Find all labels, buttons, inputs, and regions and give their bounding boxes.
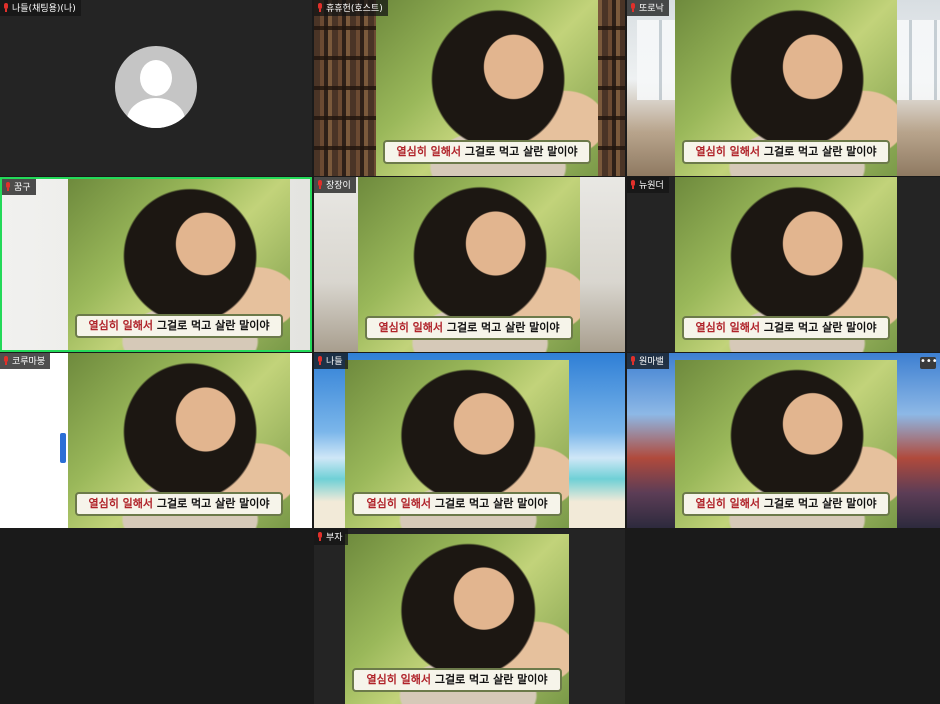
video-feed: 열심히 일해서 그걸로 먹고 살란 말이야: [358, 177, 580, 352]
video-caption: 열심히 일해서 그걸로 먹고 살란 말이야: [351, 668, 563, 693]
more-options-button[interactable]: •••: [920, 357, 938, 369]
participant-name: 나들(채팅용)(나): [12, 4, 76, 14]
participant-name-tag: 또로낙: [627, 0, 669, 16]
participant-name: 코루마붕: [12, 357, 46, 367]
participant-tile[interactable]: 코루마붕 열심히 일해서 그걸로 먹고 살란 말이야: [0, 353, 312, 528]
video-caption: 열심히 일해서 그걸로 먹고 살란 말이야: [74, 491, 284, 516]
mic-muted-icon: [3, 356, 9, 365]
mic-muted-icon: [317, 3, 323, 12]
participant-tile[interactable]: 나들(채팅용)(나): [0, 0, 312, 176]
video-caption: 열심히 일해서 그걸로 먹고 살란 말이야: [681, 315, 891, 340]
video-feed: 열심히 일해서 그걸로 먹고 살란 말이야: [68, 353, 290, 528]
participant-tile[interactable]: 원마밸 ••• 열심히 일해서 그걸로 먹고 살란 말이야: [627, 353, 940, 528]
participant-name-tag: 뉴원더: [627, 177, 669, 193]
participant-name: 꿈구: [14, 183, 31, 193]
participant-name-tag: 부자: [314, 529, 348, 545]
participant-name-tag: 나들: [314, 353, 348, 369]
video-caption: 열심히 일해서 그걸로 먹고 살란 말이야: [351, 492, 563, 517]
participant-tile[interactable]: 장장이 열심히 일해서 그걸로 먹고 살란 말이야: [314, 177, 625, 352]
participant-tile-active-speaker[interactable]: 꿈구 열심히 일해서 그걸로 먹고 살란 말이야: [0, 177, 312, 352]
participant-tile[interactable]: 휴휴헌(호스트) 열심히 일해서 그걸로 먹고 살란 말이야: [314, 0, 625, 176]
participant-name-tag: 꿈구: [2, 179, 36, 195]
video-caption: 열심히 일해서 그걸로 먹고 살란 말이야: [681, 139, 891, 164]
participant-tile[interactable]: 뉴원더 열심히 일해서 그걸로 먹고 살란 말이야: [627, 177, 940, 352]
participant-name: 장장이: [326, 181, 351, 191]
participant-name: 또로낙: [639, 4, 664, 14]
participant-name: 뉴원더: [639, 181, 664, 191]
avatar: [115, 46, 197, 128]
mic-muted-icon: [630, 3, 636, 12]
participant-tile[interactable]: 나들 열심히 일해서 그걸로 먹고 살란 말이야: [314, 353, 625, 528]
video-feed: 열심히 일해서 그걸로 먹고 살란 말이야: [675, 360, 897, 528]
video-caption: 열심히 일해서 그걸로 먹고 살란 말이야: [681, 492, 891, 517]
participant-tile[interactable]: 또로낙 열심히 일해서 그걸로 먹고 살란 말이야: [627, 0, 940, 176]
mic-muted-icon: [630, 356, 636, 365]
video-feed: 열심히 일해서 그걸로 먹고 살란 말이야: [345, 534, 569, 704]
mic-muted-icon: [317, 532, 323, 541]
participant-tile[interactable]: 부자 열심히 일해서 그걸로 먹고 살란 말이야: [314, 529, 625, 704]
participant-name-tag: 장장이: [314, 177, 356, 193]
participant-name-tag: 휴휴헌(호스트): [314, 0, 388, 16]
participant-name: 부자: [326, 533, 343, 543]
mic-muted-icon: [630, 180, 636, 189]
video-caption: 열심히 일해서 그걸로 먹고 살란 말이야: [74, 314, 284, 339]
mic-muted-icon: [317, 180, 323, 189]
video-feed: 열심히 일해서 그걸로 먹고 살란 말이야: [675, 0, 897, 176]
participant-name: 휴휴헌(호스트): [326, 4, 383, 14]
participant-name-tag: 나들(채팅용)(나): [0, 0, 81, 16]
video-caption: 열심히 일해서 그걸로 먹고 살란 말이야: [382, 139, 592, 164]
video-feed: 열심히 일해서 그걸로 먹고 살란 말이야: [675, 177, 897, 352]
video-caption: 열심히 일해서 그걸로 먹고 살란 말이야: [364, 315, 574, 340]
video-feed: 열심히 일해서 그걸로 먹고 살란 말이야: [68, 179, 290, 350]
participant-name: 원마밸: [639, 357, 664, 367]
video-feed: 열심히 일해서 그걸로 먹고 살란 말이야: [345, 360, 569, 528]
mic-muted-icon: [3, 3, 9, 12]
mic-muted-icon: [5, 182, 11, 191]
participant-name: 나들: [326, 357, 343, 367]
participant-name-tag: 원마밸: [627, 353, 669, 369]
background-decoration: [60, 433, 66, 463]
participant-name-tag: 코루마붕: [0, 353, 51, 369]
video-feed: 열심히 일해서 그걸로 먹고 살란 말이야: [376, 0, 598, 176]
mic-muted-icon: [317, 356, 323, 365]
